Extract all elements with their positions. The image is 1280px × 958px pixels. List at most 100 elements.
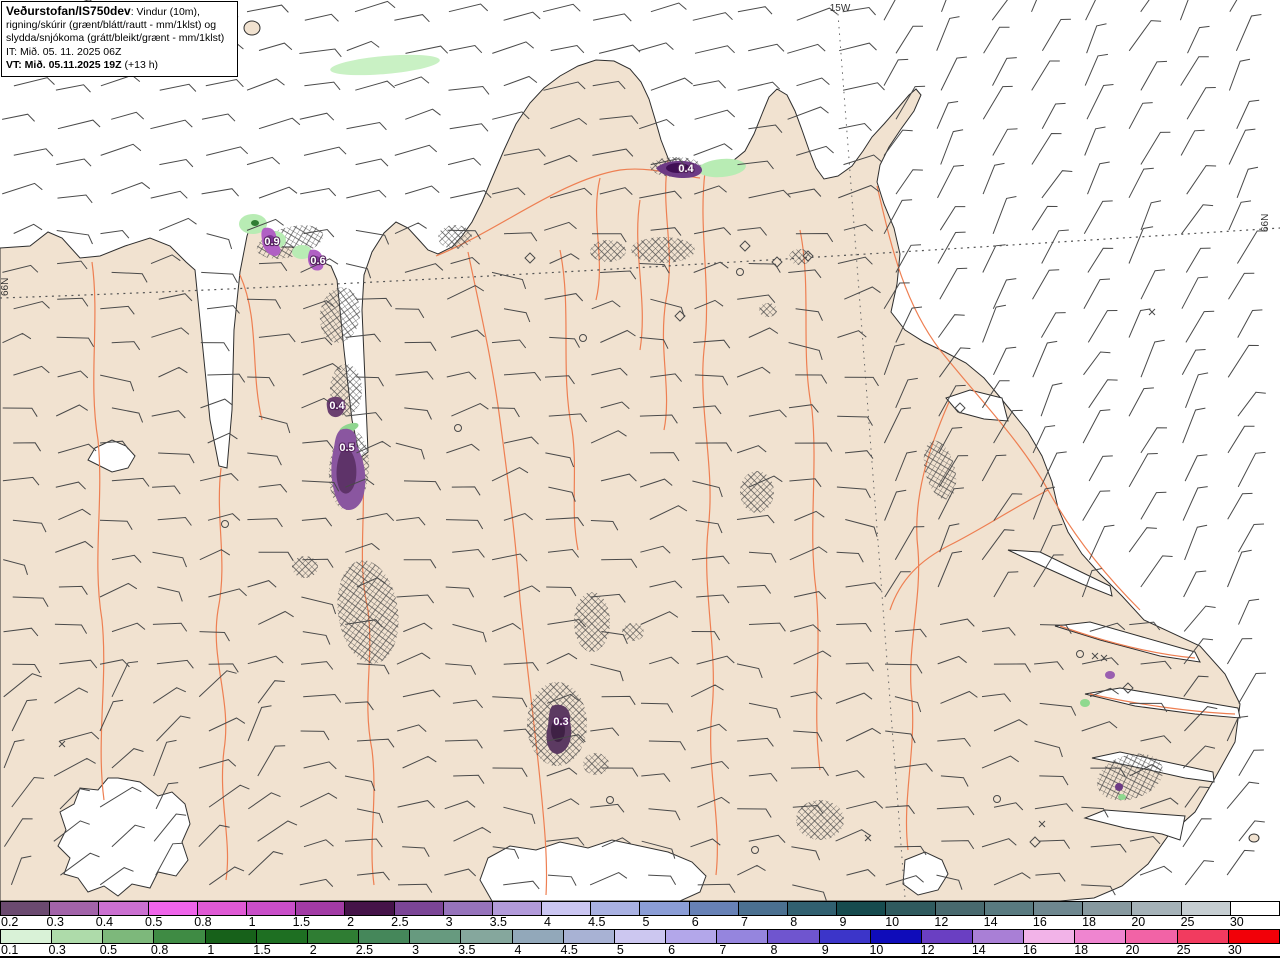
colorbar-tick-label: 4.5 <box>588 915 606 929</box>
colorbar-tick-label: 3.5 <box>458 943 476 957</box>
colorbar-tick-label: 30 <box>1227 943 1242 957</box>
colorbar-tick-label: 3 <box>412 943 420 957</box>
colorbar-tick-label: 16 <box>1023 943 1037 957</box>
colorbar-segment <box>666 930 718 943</box>
colorbar-tick-label: 8 <box>770 943 778 957</box>
legend-line-1: Veðurstofan/IS750dev: Vindur (10m), <box>6 4 233 19</box>
colorbar-tick-label: 10 <box>869 943 884 957</box>
colorbar-segment <box>345 902 395 915</box>
colorbar-segment <box>103 930 155 943</box>
colorbar-tick-label: 18 <box>1082 915 1097 929</box>
colorbar-tick-label: 12 <box>920 943 935 957</box>
colorbar-tick-label: 12 <box>934 915 949 929</box>
precip-value-label: 0.9 <box>264 236 279 248</box>
colorbar-tick-label: 5 <box>616 943 624 957</box>
colorbar-segment <box>50 902 100 915</box>
island <box>243 20 261 36</box>
colorbar-segment <box>99 902 149 915</box>
colorbar-tick-label: 14 <box>971 943 986 957</box>
colorbar-sleet-snow-labels: 0.2 0.3 0.4 0.5 0.8 1 1.5 2 2.5 3 3.5 4 4.5 5 6 7 8 9 10 12… <box>0 915 1280 929</box>
colorbar-tick-label: 1 <box>248 915 256 929</box>
colorbar-tick-label: 4 <box>544 915 552 929</box>
colorbar-tick-label: 7 <box>719 943 727 957</box>
colorbar-tick-label: 2 <box>347 915 355 929</box>
colorbar-segment <box>738 902 788 915</box>
precip-value-label: 0.4 <box>329 400 345 412</box>
colorbar-segment <box>972 930 1025 943</box>
colorbar-tick-label: 0.8 <box>150 943 169 957</box>
colorbar-segment <box>563 930 615 943</box>
colorbar-segment <box>717 930 769 943</box>
colorbar-segment <box>1126 930 1178 943</box>
colorbar-segment <box>0 902 51 915</box>
colorbar-segment <box>1181 902 1231 915</box>
colorbar-tick-label: 4 <box>514 943 522 957</box>
colorbar-tick-label: 0.8 <box>194 915 212 929</box>
colorbar-tick-label: 14 <box>983 915 998 929</box>
colorbar-segment <box>886 902 936 915</box>
colorbar-segment <box>614 930 667 943</box>
legend-box: Veðurstofan/IS750dev: Vindur (10m), rign… <box>1 1 238 78</box>
colorbar-segment <box>492 902 543 915</box>
precip-value-label: 0.6 <box>310 255 325 267</box>
colorbar-tick-label: 0.4 <box>95 915 114 929</box>
colorbar-tick-label: 2.5 <box>391 915 409 929</box>
colorbar-tick-label: 2.5 <box>355 943 374 957</box>
colorbar-tick-label: 25 <box>1176 943 1191 957</box>
colorbar-tick-label: 5 <box>642 915 650 929</box>
colorbar-tick-label: 10 <box>885 915 900 929</box>
colorbar-segment <box>52 930 104 943</box>
precip-value-label: 0.3 <box>553 716 568 728</box>
colorbar-segment <box>512 930 564 943</box>
colorbar-tick-label: 0.1 <box>1 943 19 957</box>
parallel-label-right: 66N <box>1260 214 1271 232</box>
colorbar-tick-label: 4.5 <box>560 943 578 957</box>
colorbar-segment <box>1024 930 1076 943</box>
colorbar-tick-label: 0.3 <box>48 943 66 957</box>
legend-line-5: VT: Mið. 05.11.2025 19Z (+13 h) <box>6 59 233 72</box>
colorbar-tick-label: 0.5 <box>144 915 163 929</box>
colorbar-segment <box>819 930 871 943</box>
colorbar-segment <box>246 902 297 915</box>
colorbar-segment <box>461 930 513 943</box>
colorbar-segment <box>1230 902 1280 915</box>
colorbar-segment <box>837 902 887 915</box>
map-canvas: 0.4 0.9 0.6 0.4 0.5 0.3 15W 66N 66N Veðurstof… <box>0 0 1280 901</box>
colorbar-tick-label: 9 <box>839 915 847 929</box>
weather-map-app: 0.4 0.9 0.6 0.4 0.5 0.3 15W 66N 66N Veðurstof… <box>0 0 1280 958</box>
colorbar-segment <box>1083 902 1133 915</box>
colorbar-segment <box>359 930 411 943</box>
colorbar-tick-label: 30 <box>1229 915 1244 929</box>
colorbar-tick-label: 3 <box>445 915 453 929</box>
colorbar-segment <box>296 902 346 915</box>
colorbar-segment <box>307 930 360 943</box>
colorbar-segment <box>394 902 444 915</box>
colorbar-tick-label: 0.3 <box>46 915 64 929</box>
colorbar-segment <box>984 902 1034 915</box>
colorbar-rain <box>0 929 1280 944</box>
colorbar-tick-label: 1 <box>207 943 215 957</box>
legend-lead-time: (+13 h) <box>121 58 159 71</box>
colorbar-segment <box>689 902 739 915</box>
colorbar-tick-label: 1.5 <box>253 943 271 957</box>
colorbar-segment <box>1132 902 1182 915</box>
legend-line-2: rigning/skúrir (grænt/blátt/rautt - mm/1… <box>6 19 217 32</box>
colorbar-segment <box>1228 930 1280 943</box>
island <box>1248 833 1260 843</box>
colorbar-segment <box>0 930 53 943</box>
colorbar-tick-label: 6 <box>668 943 676 957</box>
colorbar-tick-label: 9 <box>821 943 829 957</box>
colorbar-tick-label: 0.2 <box>1 915 19 929</box>
legend-valid-time: VT: Mið. 05.11.2025 19Z <box>6 58 122 71</box>
colorbar-tick-label: 3.5 <box>489 915 507 929</box>
colorbar-tick-label: 18 <box>1074 943 1089 957</box>
colorbar-tick-label: 20 <box>1131 915 1146 929</box>
colorbar-tick-label: 16 <box>1032 915 1047 929</box>
colorbar-segment <box>542 902 592 915</box>
colorbar-tick-label: 20 <box>1125 943 1140 957</box>
colorbar-segment <box>1033 902 1084 915</box>
colorbar-segment <box>1177 930 1229 943</box>
colorbar-segment <box>935 902 985 915</box>
colorbar-tick-label: 7 <box>740 915 748 929</box>
map-svg: 0.4 0.9 0.6 0.4 0.5 0.3 15W 66N 66N <box>0 0 1280 901</box>
